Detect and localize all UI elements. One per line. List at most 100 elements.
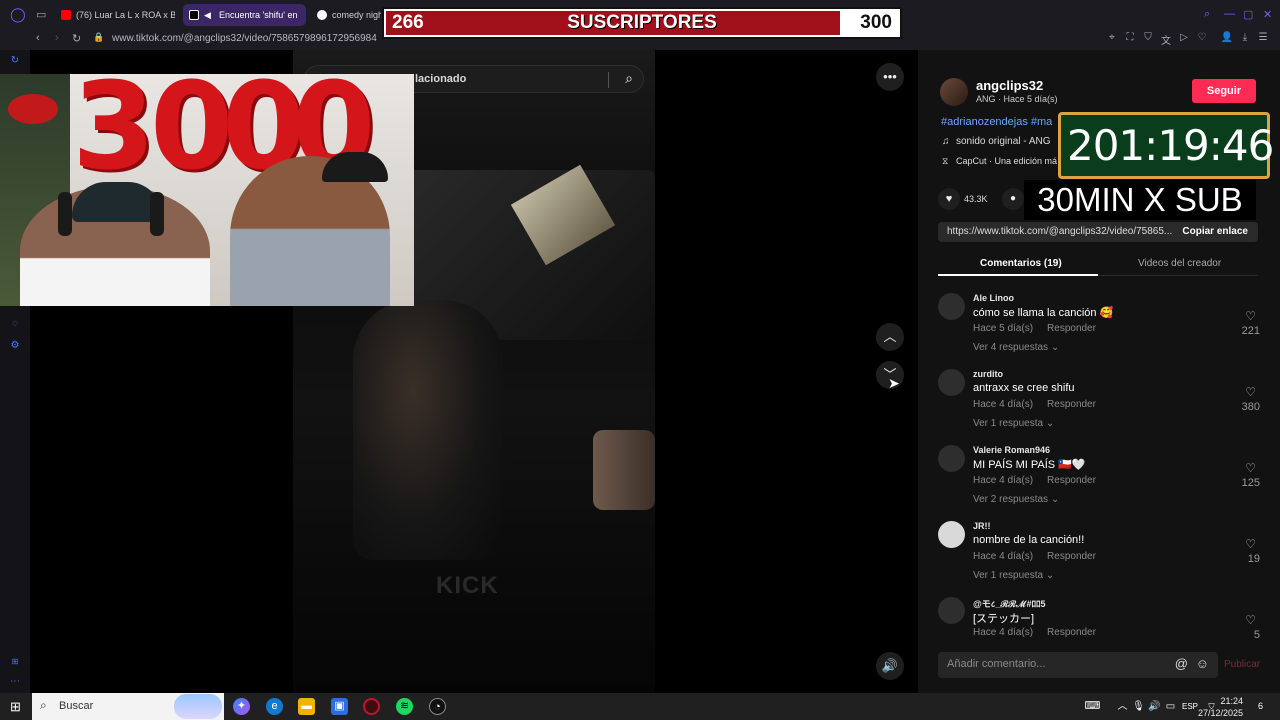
comment-author[interactable]: Ale Linoo	[973, 293, 1014, 303]
notification-badge[interactable]: 6	[1252, 698, 1269, 715]
cap	[72, 182, 162, 222]
avatar[interactable]	[940, 78, 968, 106]
snapshot-icon[interactable]: ⛶	[1123, 32, 1137, 43]
publish-button[interactable]: Publicar	[1224, 659, 1260, 670]
reply-button[interactable]: Responder	[1047, 551, 1096, 562]
close-icon[interactable]: ✕	[1263, 8, 1272, 21]
windows-start-icon[interactable]: ⊞	[7, 698, 24, 715]
username[interactable]: angclips32	[976, 78, 1043, 93]
opera-gx-icon[interactable]	[363, 698, 380, 715]
search-highlight-image	[174, 694, 222, 719]
profile-icon[interactable]: 👤	[1220, 32, 1234, 43]
settings-icon[interactable]: ⚙	[9, 340, 21, 352]
mention-icon[interactable]: @	[1175, 656, 1188, 671]
comment-like-count: 5	[1253, 629, 1260, 639]
comment-like-icon[interactable]: ♡	[1245, 461, 1256, 475]
url-field[interactable]: www.tiktok.com/@angclips32/video/7586579…	[112, 33, 377, 44]
comment-author[interactable]: JR!!	[973, 521, 991, 531]
search-icon[interactable]: ⌕	[625, 70, 633, 87]
volume-button[interactable]: 🔊	[876, 652, 904, 680]
emoji-icon[interactable]: ☺	[1196, 656, 1209, 671]
tray-chevron-icon[interactable]: ︿	[1114, 698, 1131, 715]
avatar[interactable]	[938, 293, 965, 320]
comment-icon[interactable]: ●	[1002, 188, 1024, 210]
maximize-icon[interactable]: ▢	[1243, 8, 1253, 21]
back-icon[interactable]: ‹	[36, 32, 40, 44]
shield-icon[interactable]: ⛉	[1141, 32, 1155, 43]
history-icon[interactable]: ↻	[9, 55, 21, 67]
comment-like-icon[interactable]: ♡	[1245, 309, 1256, 323]
avatar[interactable]	[938, 597, 965, 624]
reply-button[interactable]: Responder	[1047, 399, 1096, 410]
minimize-icon[interactable]: —	[1224, 8, 1235, 20]
share-url: https://www.tiktok.com/@angclips32/video…	[947, 226, 1173, 237]
comment-input-box[interactable]: Añadir comentario... @ ☺	[938, 652, 1218, 678]
hashtags[interactable]: #adrianozendejas #ma	[941, 116, 1052, 128]
comment-like-icon[interactable]: ♡	[1245, 613, 1256, 627]
comment-like-count: 125	[1241, 477, 1260, 489]
view-replies-button[interactable]: Ver 4 respuestas ⌄	[973, 342, 1059, 353]
reply-button[interactable]: Responder	[1047, 323, 1096, 334]
mouse-cursor-icon: ➤	[888, 375, 900, 391]
opera-logo-icon[interactable]: ◯	[10, 6, 26, 23]
extension-icon[interactable]: ⊞	[9, 656, 21, 668]
heart-icon[interactable]: ♡	[1195, 32, 1209, 43]
more-options-button[interactable]: •••	[876, 63, 904, 91]
avatar[interactable]	[938, 369, 965, 396]
pin-icon[interactable]: ⌖	[1105, 32, 1119, 43]
search-tabs-icon[interactable]: ⌕	[1204, 8, 1210, 21]
comment-item: Ale Linoo cómo se llama la canción 🥰 Hac…	[938, 293, 1260, 369]
microphone-icon[interactable]: 🎙	[1130, 698, 1147, 715]
comment-author[interactable]: zurdito	[973, 369, 1003, 379]
tab-workspace-icon[interactable]: ▭	[36, 8, 46, 21]
network-icon[interactable]: ▭	[1162, 698, 1179, 715]
tab-youtube[interactable]: (76) Luar La L x ROA x Ble	[55, 4, 175, 26]
file-explorer-icon[interactable]: ▬	[298, 698, 315, 715]
forward-icon[interactable]: ›	[55, 32, 59, 44]
comment-like-icon[interactable]: ♡	[1245, 385, 1256, 399]
comment-item: JR!! nombre de la canción!! Hace 4 día(s…	[938, 521, 1260, 597]
more-icon[interactable]: ⋯	[9, 676, 21, 688]
comment-like-count: 221	[1241, 325, 1260, 337]
reply-button[interactable]: Responder	[1047, 475, 1096, 486]
view-replies-button[interactable]: Ver 2 respuestas ⌄	[973, 494, 1059, 505]
obs-icon[interactable]: ◔	[429, 698, 446, 715]
comment-author[interactable]: @モ८_ℛℛℳ#ﾛﾛ5	[973, 597, 1046, 610]
taskbar-search[interactable]: ⌕ Buscar	[32, 693, 224, 720]
comment-item: zurdito antraxx se cree shifu Hace 4 día…	[938, 369, 1260, 445]
tab-google[interactable]: comedy nigh	[311, 4, 381, 26]
comment-like-icon[interactable]: ♡	[1245, 537, 1256, 551]
reply-button[interactable]: Responder	[1047, 627, 1096, 638]
previous-video-button[interactable]: ︿	[876, 323, 904, 351]
tab-tiktok[interactable]: ◀ Encuentra 'shifu' en	[183, 4, 306, 26]
follow-button[interactable]: Seguir	[1192, 79, 1256, 103]
volume-icon[interactable]: 🔊	[1146, 698, 1163, 715]
play-icon[interactable]: ▷	[1177, 32, 1191, 43]
store-icon[interactable]: ▣	[331, 698, 348, 715]
like-icon[interactable]: ♥	[938, 188, 960, 210]
messenger-icon[interactable]: ◌	[9, 318, 21, 330]
search-input[interactable]: lacionado	[415, 73, 466, 85]
speaker-icon[interactable]: ◀	[204, 10, 214, 20]
sound-link[interactable]: sonido original - ANG	[956, 136, 1051, 147]
download-icon[interactable]: ⤓	[1238, 32, 1252, 43]
tab-creator-videos[interactable]: Videos del creador	[1138, 258, 1221, 269]
avatar[interactable]	[938, 445, 965, 472]
translate-icon[interactable]: 文	[1159, 32, 1173, 47]
capcut-link[interactable]: CapCut · Una edición má	[956, 156, 1057, 166]
view-replies-button[interactable]: Ver 1 respuesta ⌄	[973, 418, 1054, 429]
comment-time: Hace 4 día(s)	[973, 475, 1034, 486]
copy-link-button[interactable]: Copiar enlace	[1182, 226, 1248, 237]
tab-comments[interactable]: Comentarios (19)	[980, 258, 1062, 269]
view-replies-button[interactable]: Ver 1 respuesta ⌄	[973, 570, 1054, 581]
copilot-icon[interactable]: ✦	[233, 698, 250, 715]
comment-input[interactable]: Añadir comentario...	[947, 658, 1045, 670]
spotify-icon[interactable]: ≋	[396, 698, 413, 715]
edge-icon[interactable]: e	[266, 698, 283, 715]
reload-icon[interactable]: ↻	[72, 32, 81, 45]
menu-icon[interactable]: ☰	[1256, 32, 1270, 43]
comment-author[interactable]: Valerie Roman946	[973, 445, 1050, 455]
clock[interactable]: 21:24 27/12/2025	[1198, 695, 1243, 719]
keyboard-icon[interactable]: ⌨	[1084, 698, 1101, 715]
avatar[interactable]	[938, 521, 965, 548]
